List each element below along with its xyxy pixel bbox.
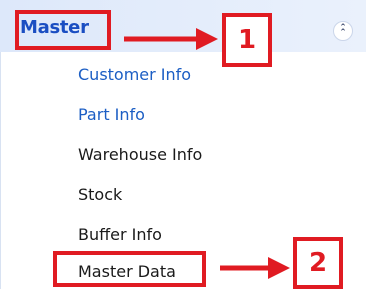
callout-number-2: 2: [293, 237, 343, 289]
callout-number-1: 1: [222, 13, 272, 67]
arrow-1-head: [196, 28, 218, 50]
arrow-2-head: [268, 257, 290, 279]
